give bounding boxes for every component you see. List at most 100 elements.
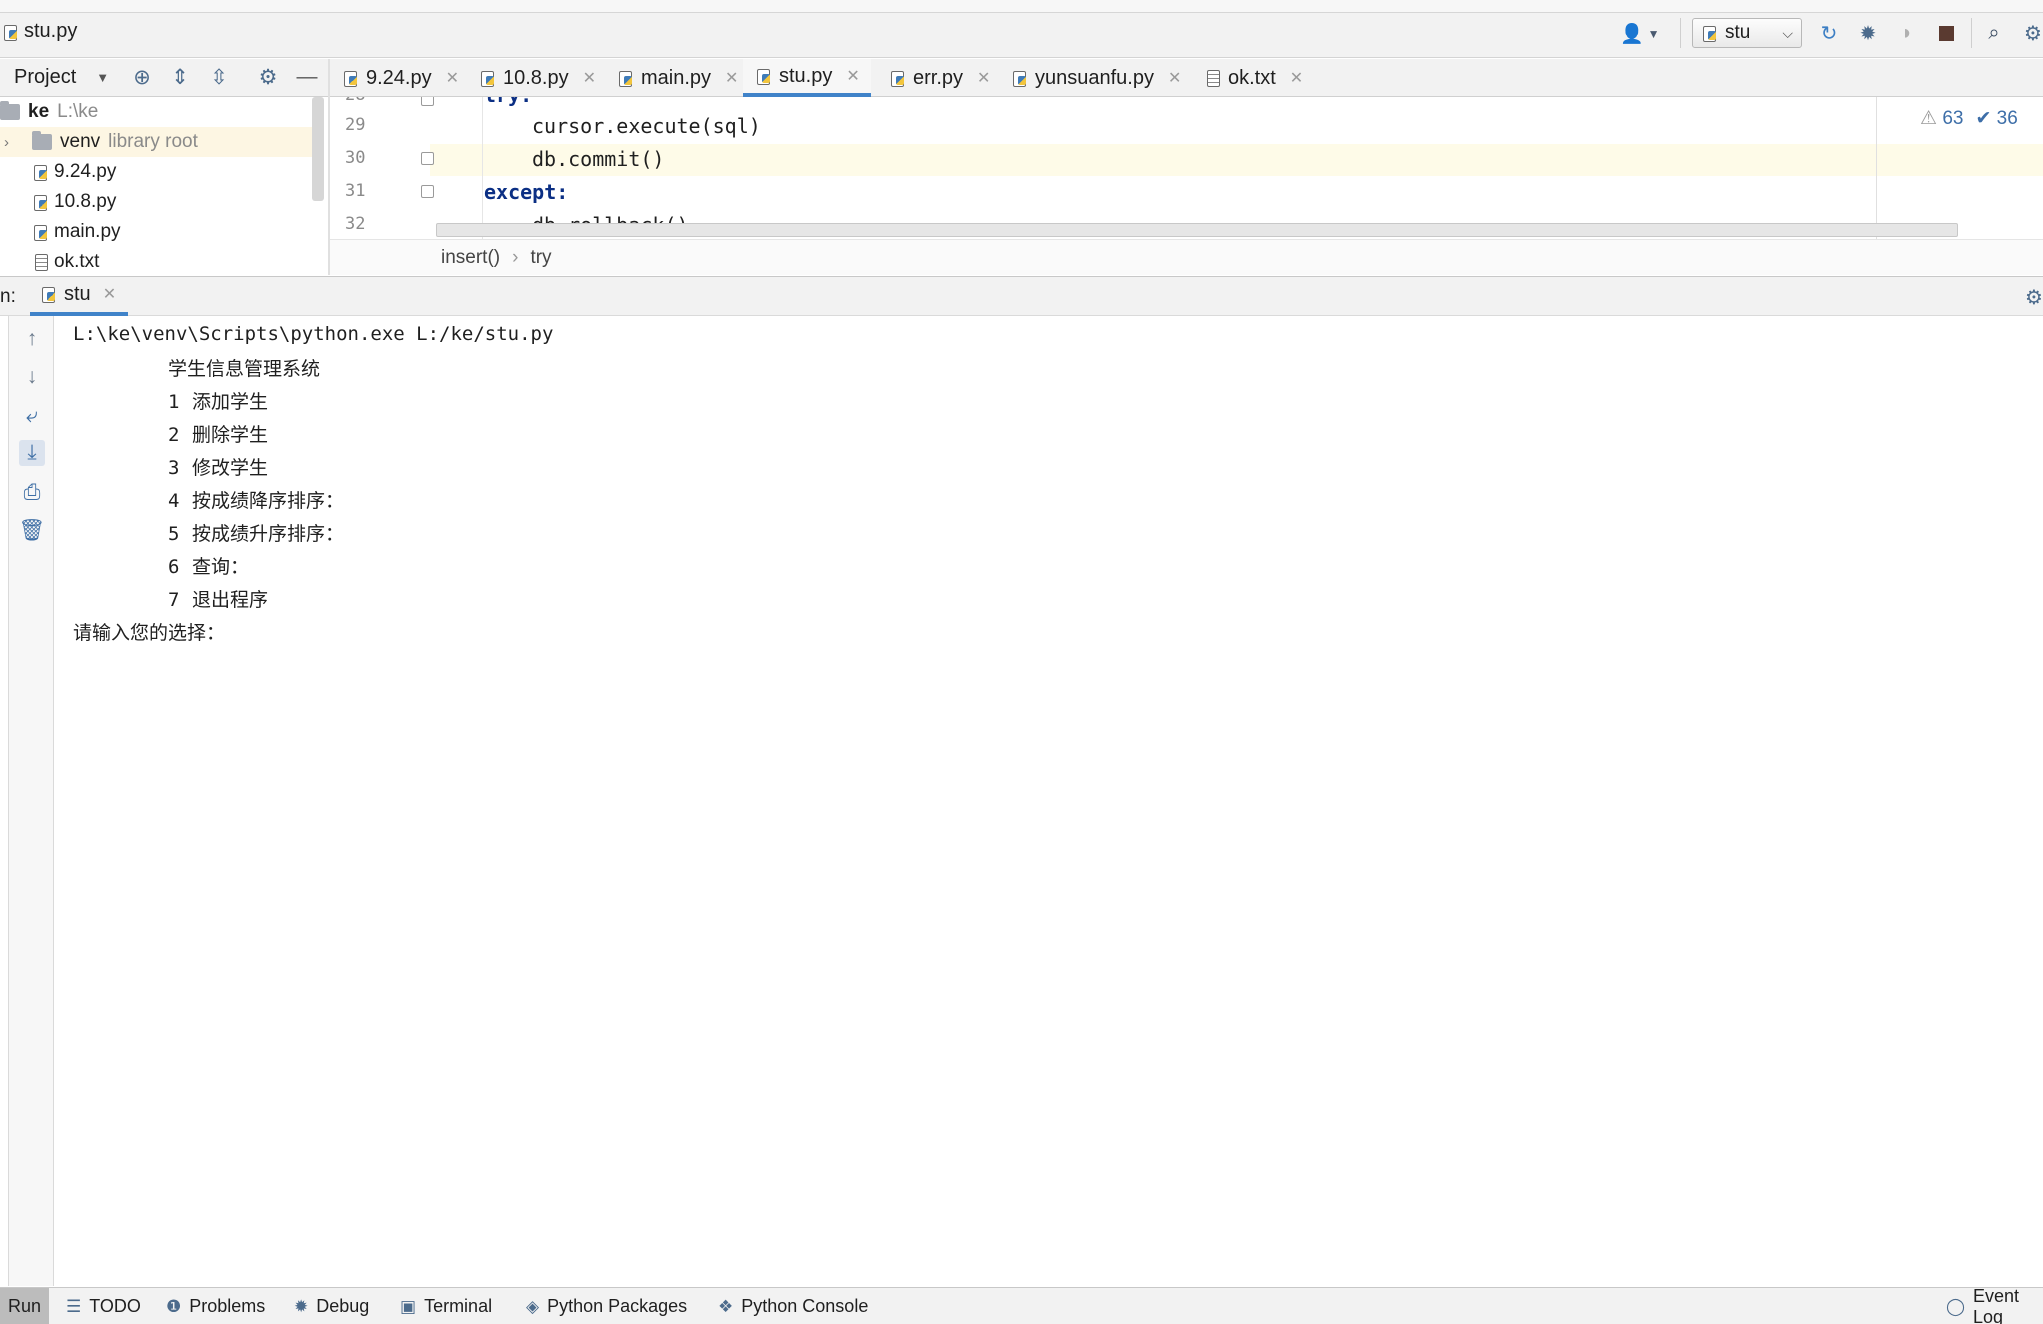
gear-icon[interactable]: ⚙	[2022, 22, 2043, 45]
tool-window-label: Run	[8, 1296, 42, 1316]
code-line: cursor.execute(sql)	[532, 114, 761, 138]
arrow-up-icon[interactable]: ↑	[19, 326, 45, 352]
tab-label: stu.py	[779, 64, 833, 87]
print-icon[interactable]: ⎙	[19, 480, 45, 506]
console-menu-item: 2 删除学生	[168, 424, 269, 446]
breadcrumb-item[interactable]: try	[530, 247, 551, 269]
editor-horizontal-scrollbar[interactable]	[436, 223, 1958, 237]
tool-window-todo[interactable]: ☰ TODO	[66, 1288, 141, 1324]
tree-item-9-24-py[interactable]: 9.24.py	[0, 157, 314, 187]
speech-bubble-icon: ◯	[1946, 1296, 1966, 1316]
tree-item-ok-txt[interactable]: ok.txt	[0, 247, 314, 275]
stop-icon[interactable]	[1935, 22, 1957, 44]
tab-stu-py[interactable]: stu.py ✕	[743, 59, 871, 97]
tab-9-24-py[interactable]: 9.24.py ✕	[330, 59, 459, 97]
tree-item-venv[interactable]: › venv library root	[0, 127, 314, 157]
trash-icon[interactable]: 🗑	[19, 518, 46, 544]
warnings-count[interactable]: ⚠ 63	[1920, 107, 1963, 130]
close-icon[interactable]: ✕	[977, 68, 990, 88]
tool-window-run[interactable]: Run	[0, 1288, 50, 1324]
tab-main-py[interactable]: main.py ✕	[605, 59, 738, 97]
arrow-down-icon[interactable]: ↓	[19, 364, 45, 390]
tool-window-bar: Run ☰ TODO ❶ Problems ✹ Debug ▣ Terminal…	[0, 1286, 2043, 1324]
tab-label: main.py	[641, 66, 712, 89]
tool-window-event-log[interactable]: ◯ Event Log	[1946, 1286, 2043, 1324]
python-file-icon	[481, 69, 495, 87]
close-icon[interactable]: ✕	[446, 68, 459, 88]
collapse-all-icon[interactable]: ⇳	[207, 65, 231, 89]
code-editor[interactable]: 28 29 30 31 32 try: cursor.execute(sql) …	[330, 97, 2043, 239]
line-number: 32	[345, 214, 366, 234]
close-icon[interactable]: ✕	[1168, 68, 1181, 88]
tree-item-ke[interactable]: ke L:\ke	[0, 97, 314, 127]
tree-item-label: ke	[28, 101, 50, 122]
tool-window-problems[interactable]: ❶ Problems	[166, 1288, 265, 1324]
typos-count[interactable]: ✔ 36	[1975, 107, 2017, 130]
console-menu-item: 5 按成绩升序排序：	[168, 523, 345, 545]
tree-item-main-py[interactable]: main.py	[0, 217, 314, 247]
tab-err-py[interactable]: err.py ✕	[877, 59, 990, 97]
tab-label: 10.8.py	[503, 66, 569, 89]
python-file-icon	[619, 69, 633, 87]
bug-icon[interactable]: ✹	[1857, 22, 1879, 45]
breadcrumb-item[interactable]: insert()	[441, 247, 500, 269]
tool-window-terminal[interactable]: ▣ Terminal	[400, 1288, 492, 1324]
tree-item-label: venv	[60, 131, 101, 152]
console-menu-item: 1 添加学生	[168, 391, 269, 413]
tool-window-label: TODO	[89, 1296, 141, 1316]
project-panel-header: Project ▼	[0, 59, 330, 97]
user-menu-button[interactable]: 👤 ▼	[1620, 22, 1660, 46]
soft-wrap-icon[interactable]: ⤶	[19, 403, 45, 429]
scroll-to-end-icon[interactable]: ⤓	[19, 440, 45, 466]
terminal-icon: ▣	[400, 1296, 417, 1316]
title-bar: stu.py 👤 ▼ stu ⌵ ↻ ✹ ◗ ⌕ ⚙	[0, 0, 2043, 58]
close-icon[interactable]: ✕	[1290, 68, 1303, 88]
toolbar-separator	[1680, 18, 1681, 48]
search-icon[interactable]: ⌕	[1983, 22, 2005, 44]
run-configuration-select[interactable]: stu ⌵	[1692, 18, 1802, 48]
text-file-icon	[34, 253, 48, 271]
tab-yunsuanfu-py[interactable]: yunsuanfu.py ✕	[999, 59, 1181, 97]
console-menu-item: 7 退出程序	[168, 589, 269, 611]
python-file-icon	[891, 69, 905, 87]
gear-icon[interactable]: ⚙	[256, 65, 280, 89]
project-tree-scrollbar[interactable]	[312, 97, 324, 201]
toolbar-separator	[1971, 18, 1972, 48]
project-view-selector[interactable]: Project ▼	[14, 66, 109, 89]
fold-marker-icon[interactable]	[421, 185, 434, 198]
tool-window-python-console[interactable]: ❖ Python Console	[718, 1288, 868, 1324]
tool-window-label: Terminal	[424, 1296, 493, 1316]
tree-item-label: ok.txt	[54, 251, 100, 272]
run-tab-stu[interactable]: stu ✕	[30, 276, 129, 316]
tool-window-python-packages[interactable]: ◈ Python Packages	[526, 1288, 687, 1324]
code-line: db.commit()	[532, 147, 665, 171]
console-output[interactable]: L:\ke\venv\Scripts\python.exe L:/ke/stu.…	[55, 316, 2043, 1286]
tree-item-label: 9.24.py	[54, 161, 117, 182]
tree-item-10-8-py[interactable]: 10.8.py	[0, 187, 314, 217]
line-number: 29	[345, 115, 366, 135]
inspection-widget[interactable]: ⚠ 63 ✔ 36	[1920, 107, 2018, 130]
minimize-icon[interactable]: —	[295, 65, 319, 89]
locate-file-icon[interactable]: ⊕	[130, 65, 154, 89]
line-number: 28	[345, 97, 395, 105]
chevron-down-icon: ⌵	[1782, 24, 1793, 41]
chevron-right-icon[interactable]: ›	[4, 134, 24, 151]
fold-marker-icon[interactable]	[421, 97, 434, 106]
tab-10-8-py[interactable]: 10.8.py ✕	[467, 59, 596, 97]
gear-icon[interactable]: ⚙	[2025, 285, 2043, 310]
tab-ok-txt[interactable]: ok.txt ✕	[1192, 59, 1303, 97]
close-icon[interactable]: ✕	[583, 68, 596, 88]
close-icon[interactable]: ✕	[103, 284, 116, 304]
run-tab-label: stu	[64, 282, 91, 305]
tool-window-debug[interactable]: ✹ Debug	[294, 1288, 369, 1324]
tab-label: 9.24.py	[366, 66, 432, 89]
rerun-icon[interactable]: ↻	[1818, 22, 1840, 45]
fold-marker-icon[interactable]	[421, 152, 434, 165]
python-file-icon	[42, 285, 56, 303]
menu-strip	[0, 0, 2043, 13]
python-file-icon	[34, 193, 48, 211]
close-icon[interactable]: ✕	[846, 66, 859, 86]
expand-all-icon[interactable]: ⇕	[168, 65, 192, 89]
coverage-icon[interactable]: ◗	[1896, 22, 1918, 44]
close-icon[interactable]: ✕	[725, 68, 738, 88]
